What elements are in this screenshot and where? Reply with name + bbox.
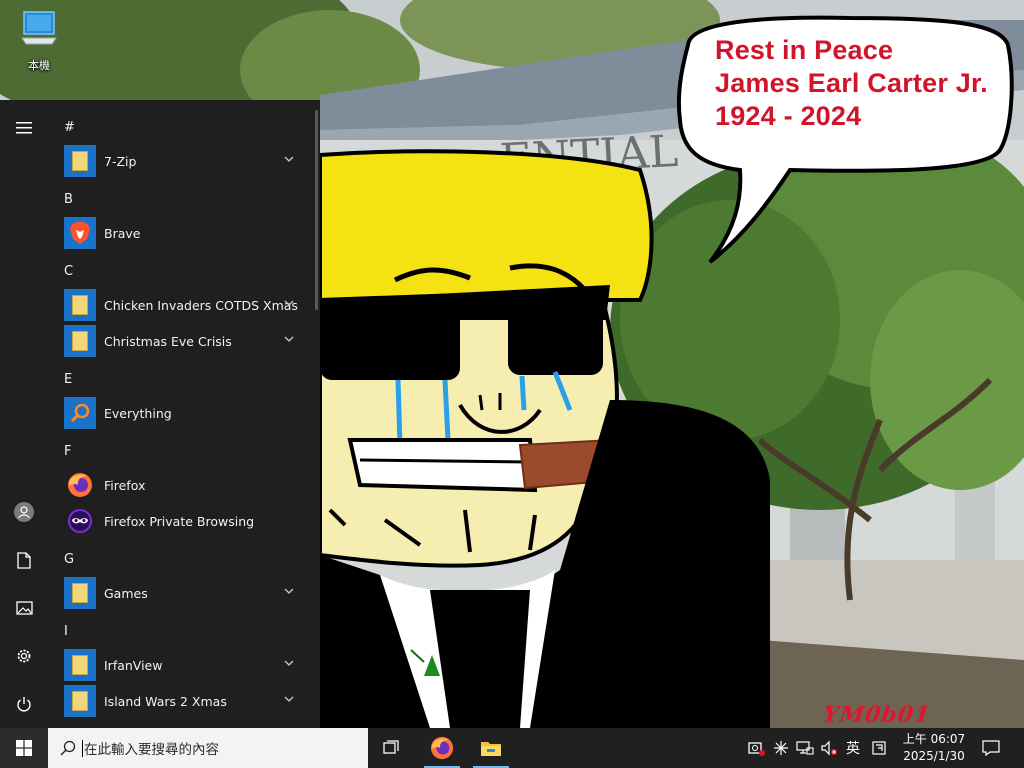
picture-icon [15,601,33,615]
notification-center-button[interactable] [976,728,1006,768]
tray-meet-now[interactable] [746,728,768,768]
network-star-icon [774,741,788,755]
speech-bubble-text: Rest in Peace James Earl Carter Jr. 1924… [715,34,1005,133]
app-item-chicken-invaders[interactable]: Chicken Invaders COTDS Xmas [64,288,304,322]
taskbar-clock[interactable]: 上午 06:07 2025/1/30 [898,731,970,765]
meet-now-icon [748,742,765,756]
taskbar-search-box[interactable]: 在此輸入要搜尋的內容 [48,728,368,768]
firefox-private-icon [64,505,96,537]
search-icon [60,740,76,756]
power-button[interactable] [0,682,48,726]
watermark: YM0b01 [821,702,933,728]
app-item-brave[interactable]: Brave [64,216,304,250]
group-header[interactable]: C [64,264,73,279]
input-mode-icon [872,741,886,755]
windows-logo-icon [16,740,32,756]
folder-icon [64,145,96,177]
clock-date: 2025/1/30 [903,749,965,763]
folder-icon [64,649,96,681]
desktop-icon-label: 本機 [28,59,50,72]
task-view-icon [383,740,399,754]
folder-icon [64,325,96,357]
app-item-label: Island Wars 2 Xmas [104,693,227,709]
app-item-label: Games [104,585,148,601]
app-item-label: Firefox [104,477,146,493]
user-account-button[interactable] [0,490,48,534]
app-item-everything[interactable]: Everything [64,396,304,430]
chevron-down-icon[interactable] [284,660,294,666]
search-placeholder: 在此輸入要搜尋的內容 [84,742,219,758]
tray-network[interactable] [794,728,816,768]
settings-button[interactable] [0,634,48,678]
app-item-label: IrfanView [104,657,163,673]
network-icon [796,741,814,755]
taskbar-firefox-button[interactable] [418,728,466,768]
brave-icon [64,217,96,249]
group-header[interactable]: I [64,624,68,639]
text-caret [82,739,83,757]
app-item-firefox-private[interactable]: Firefox Private Browsing [64,504,304,538]
folder-icon [64,577,96,609]
chevron-down-icon[interactable] [284,696,294,702]
app-list-scrollbar[interactable] [315,110,318,310]
tray-ime-language[interactable]: 英 [842,728,864,768]
folder-icon [64,685,96,717]
folder-icon [64,289,96,321]
bubble-line-3: 1924 - 2024 [715,101,862,131]
app-item-label: 7-Zip [104,153,137,169]
folder-icon [481,742,501,756]
user-avatar-icon [14,502,34,522]
expand-menu-button[interactable] [0,106,48,150]
firefox-icon [64,469,96,501]
gear-icon [17,649,31,663]
app-item-irfanview[interactable]: IrfanView [64,648,304,682]
start-menu: # 7-Zip B Brave C Chicken Invaders COTDS… [0,100,320,728]
power-icon [17,697,31,712]
tray-ime-mode[interactable] [868,728,890,768]
chevron-down-icon[interactable] [284,588,294,594]
app-item-games[interactable]: Games [64,576,304,610]
tray-volume[interactable] [818,728,840,768]
chevron-down-icon[interactable] [284,156,294,162]
app-item-label: Everything [104,405,172,421]
taskbar: 在此輸入要搜尋的內容 英 上午 06:07 2025/1/30 [0,728,1024,768]
volume-muted-icon [821,740,837,756]
start-button[interactable] [0,728,48,768]
document-icon [17,551,31,569]
start-rail [0,100,48,728]
app-item-7zip[interactable]: 7-Zip [64,144,304,178]
chevron-down-icon[interactable] [284,336,294,342]
taskbar-file-explorer-button[interactable] [467,728,515,768]
documents-button[interactable] [0,538,48,582]
app-item-label: Chicken Invaders COTDS Xmas [104,297,298,313]
this-pc-icon [21,11,57,45]
group-header[interactable]: G [64,552,74,567]
bubble-line-2: James Earl Carter Jr. [715,68,988,98]
hamburger-icon [16,122,32,134]
task-view-button[interactable] [368,728,416,768]
app-item-label: Christmas Eve Crisis [104,333,232,349]
everything-search-icon [64,397,96,429]
group-header[interactable]: E [64,372,72,387]
group-header[interactable]: F [64,444,71,459]
app-list: # 7-Zip B Brave C Chicken Invaders COTDS… [48,100,320,728]
app-item-firefox[interactable]: Firefox [64,468,304,502]
group-header[interactable]: # [64,120,75,135]
clock-time: 上午 06:07 [902,732,966,746]
group-header[interactable]: B [64,192,73,207]
app-item-island-wars[interactable]: Island Wars 2 Xmas [64,684,304,718]
app-item-label: Brave [104,225,141,241]
app-item-christmas-eve-crisis[interactable]: Christmas Eve Crisis [64,324,304,358]
firefox-icon [430,736,454,760]
notification-icon [982,740,1000,756]
tray-network-star[interactable] [770,728,792,768]
pictures-button[interactable] [0,586,48,630]
chevron-down-icon[interactable] [284,300,294,306]
bubble-line-1: Rest in Peace [715,35,894,65]
desktop-icon-this-pc[interactable]: 本機 [14,10,64,73]
app-item-label: Firefox Private Browsing [104,513,255,529]
